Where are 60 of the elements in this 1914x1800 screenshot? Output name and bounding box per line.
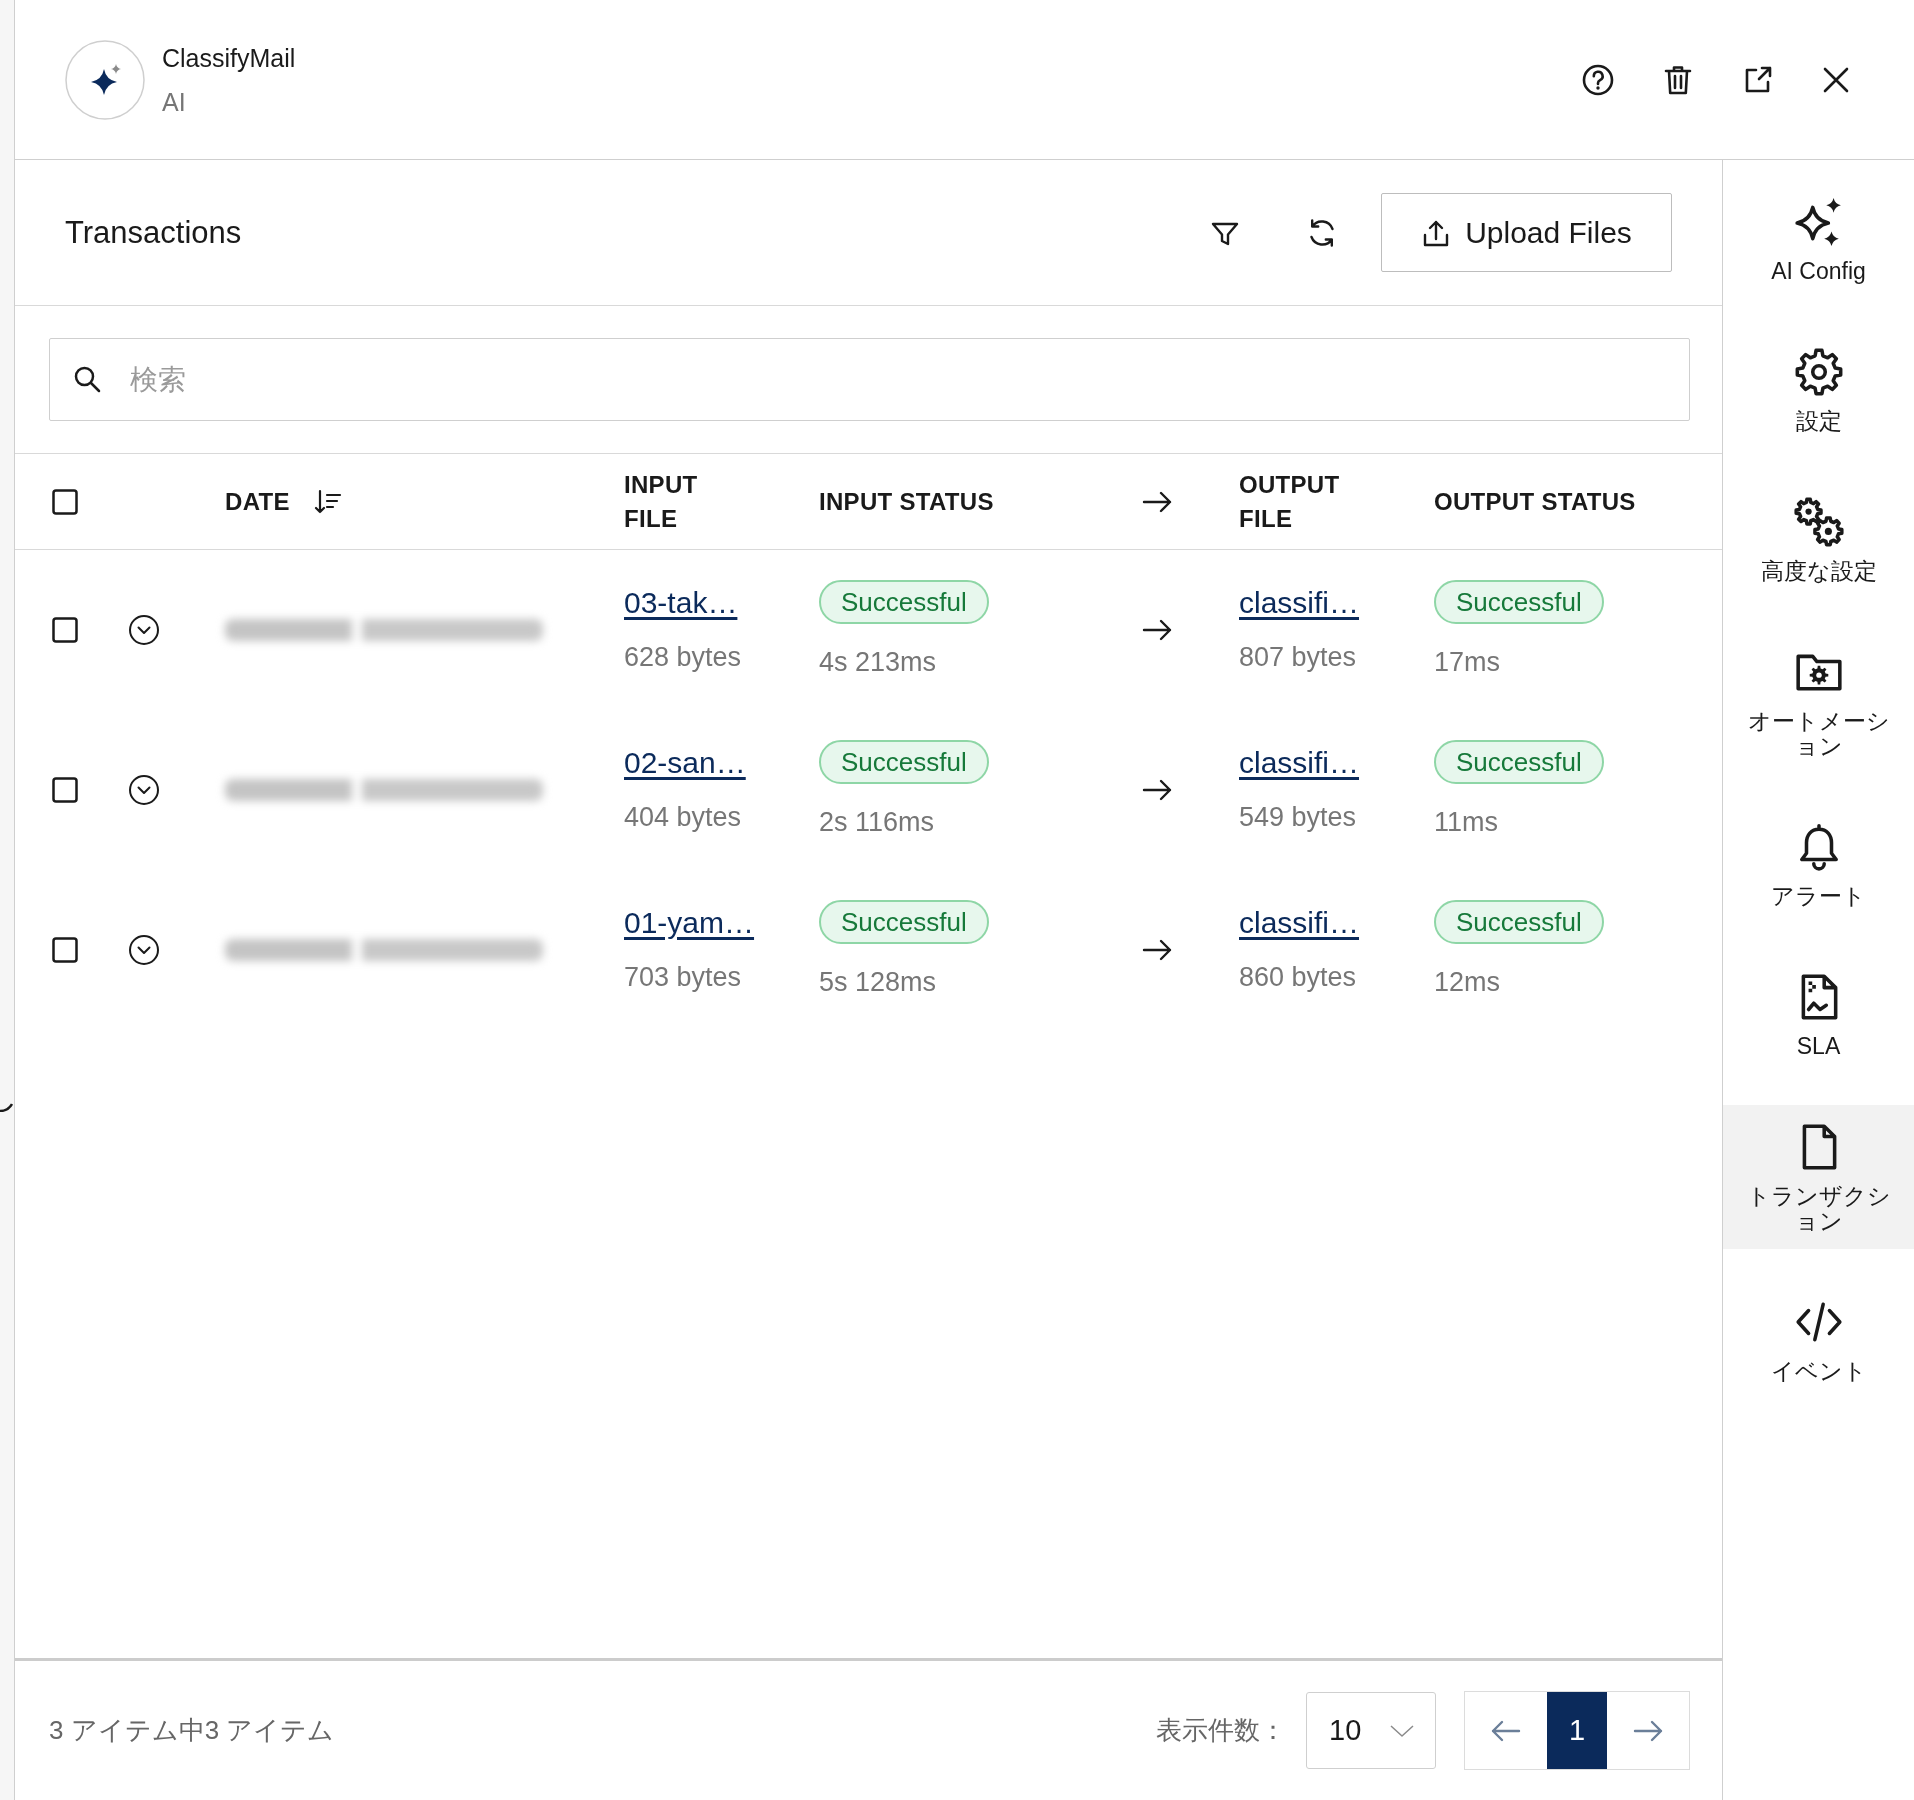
file-link[interactable]: classifi…: [1239, 745, 1359, 781]
file-size: 549 bytes: [1239, 801, 1357, 834]
status-badge: Successful: [819, 580, 989, 624]
sidebar-item[interactable]: オートメーション: [1723, 630, 1914, 774]
caret-down-icon: [1389, 1722, 1415, 1739]
sidebar-item[interactable]: 設定: [1723, 330, 1914, 449]
app-subtitle: AI: [162, 86, 187, 118]
file-size: 404 bytes: [624, 801, 742, 834]
sparkle-logo-icon: [65, 39, 145, 120]
file-link[interactable]: classifi…: [1239, 905, 1359, 941]
help-icon[interactable]: [1581, 62, 1615, 97]
search-icon: [73, 365, 101, 393]
checkbox[interactable]: [52, 937, 78, 963]
duration-text: 5s 128ms: [819, 966, 937, 999]
file-link[interactable]: 01-yam…: [624, 905, 755, 941]
gears-icon: [1793, 497, 1844, 547]
page-title: Transactions: [65, 214, 242, 251]
checkbox[interactable]: [52, 617, 78, 643]
sidebar-item[interactable]: 高度な設定: [1723, 480, 1914, 599]
page-size-label: 表示件数：: [1156, 1714, 1286, 1747]
status-badge: Successful: [1434, 740, 1604, 784]
duration-text: 4s 213ms: [819, 646, 937, 679]
upload-button[interactable]: Upload Files: [1381, 193, 1672, 272]
search-field[interactable]: 検索: [49, 338, 1690, 421]
column-header: INPUT STATUS: [819, 486, 994, 517]
sidebar-item[interactable]: トランザクション: [1723, 1105, 1914, 1249]
sidebar-item[interactable]: イベント: [1723, 1280, 1914, 1399]
file-size: 628 bytes: [624, 641, 742, 674]
page-size-select[interactable]: 10: [1306, 1692, 1436, 1769]
chevron-down-icon[interactable]: [128, 774, 160, 806]
file-size: 703 bytes: [624, 961, 742, 994]
file-link[interactable]: 02-san…: [624, 745, 746, 781]
chevron-down-icon[interactable]: [128, 614, 160, 646]
sidebar-item[interactable]: AI Config: [1723, 180, 1914, 299]
duration-text: 17ms: [1434, 646, 1501, 679]
column-header: OUTPUT FILE: [1239, 469, 1340, 534]
duration-text: 12ms: [1434, 966, 1501, 999]
duration-text: 11ms: [1434, 806, 1499, 839]
file-link[interactable]: 03-tak…: [624, 585, 738, 621]
page-button[interactable]: 1: [1547, 1692, 1607, 1769]
duration-text: 2s 116ms: [819, 806, 935, 839]
file-size: 807 bytes: [1239, 641, 1357, 674]
status-badge: Successful: [1434, 580, 1604, 624]
file-size: 860 bytes: [1239, 961, 1357, 994]
item-count-text: 3 アイテム中3 アイテム: [49, 1714, 335, 1747]
column-header: OUTPUT STATUS: [1434, 486, 1636, 517]
checkbox[interactable]: [52, 777, 78, 803]
app-title: ClassifyMail: [162, 42, 296, 74]
chevron-down-icon[interactable]: [128, 934, 160, 966]
checkbox[interactable]: [52, 488, 78, 515]
sort-descending-icon[interactable]: [313, 487, 342, 516]
column-header: INPUT FILE: [624, 469, 698, 534]
status-badge: Successful: [1434, 900, 1604, 944]
column-header: DATE: [225, 486, 290, 517]
sidebar-item[interactable]: アラート: [1723, 805, 1914, 924]
file-link[interactable]: classifi…: [1239, 585, 1359, 621]
status-badge: Successful: [819, 740, 989, 784]
status-badge: Successful: [819, 900, 989, 944]
gear-icon: [1793, 347, 1844, 397]
sidebar-item[interactable]: SLA: [1723, 955, 1914, 1074]
